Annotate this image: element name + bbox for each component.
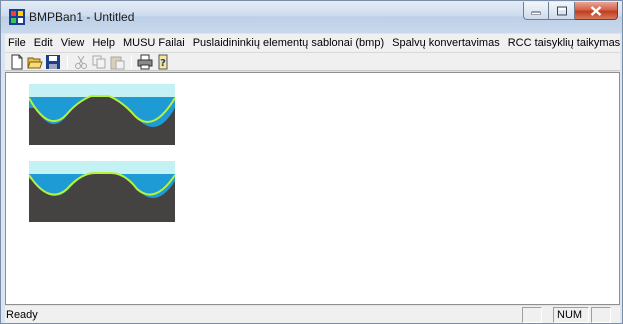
svg-text:?: ? [160,58,166,69]
menu-bar: File Edit View Help MUSU Failai Puslaidi… [5,34,620,52]
toolbar-separator [131,55,132,69]
minimize-icon [531,11,541,15]
waveform-bitmap-2 [29,161,175,222]
status-pane-empty [522,307,542,323]
copy-icon[interactable] [91,54,107,70]
paste-icon[interactable] [109,54,125,70]
toolbar: ? [5,52,620,71]
maximize-button[interactable] [549,2,575,20]
waveform-bitmap-1 [29,84,175,145]
toolbar-separator [67,55,68,69]
minimize-button[interactable] [523,2,549,20]
cut-icon[interactable] [73,54,89,70]
document-area[interactable] [5,72,620,305]
menu-view[interactable]: View [57,34,89,52]
menu-color-convert[interactable]: Spalvų konvertavimas [388,34,504,52]
title-bar[interactable]: BMPBan1 - Untitled [1,1,622,33]
menu-musu-failai[interactable]: MUSU Failai [119,34,189,52]
status-text: Ready [6,309,38,321]
new-icon[interactable] [9,54,25,70]
save-icon[interactable] [45,54,61,70]
close-button[interactable] [575,2,618,20]
status-bar: Ready NUM [5,306,620,323]
menu-edit[interactable]: Edit [30,34,57,52]
app-icon [9,9,25,25]
menu-help[interactable]: Help [88,34,119,52]
open-icon[interactable] [27,54,43,70]
app-window: BMPBan1 - Untitled File Edit View Help M… [0,0,623,324]
print-icon[interactable] [137,54,153,70]
menu-file[interactable]: File [5,34,30,52]
window-title: BMPBan1 - Untitled [29,10,135,24]
maximize-icon [556,6,567,15]
menu-templates[interactable]: Puslaidininkių elementų sablonai (bmp) [189,34,388,52]
status-pane-empty [591,307,611,323]
num-lock-indicator: NUM [553,307,589,323]
close-icon [590,5,602,16]
menu-rcc-rules[interactable]: RCC taisyklių taikymas [504,34,620,52]
caption-buttons [523,2,618,21]
about-icon[interactable]: ? [155,54,171,70]
